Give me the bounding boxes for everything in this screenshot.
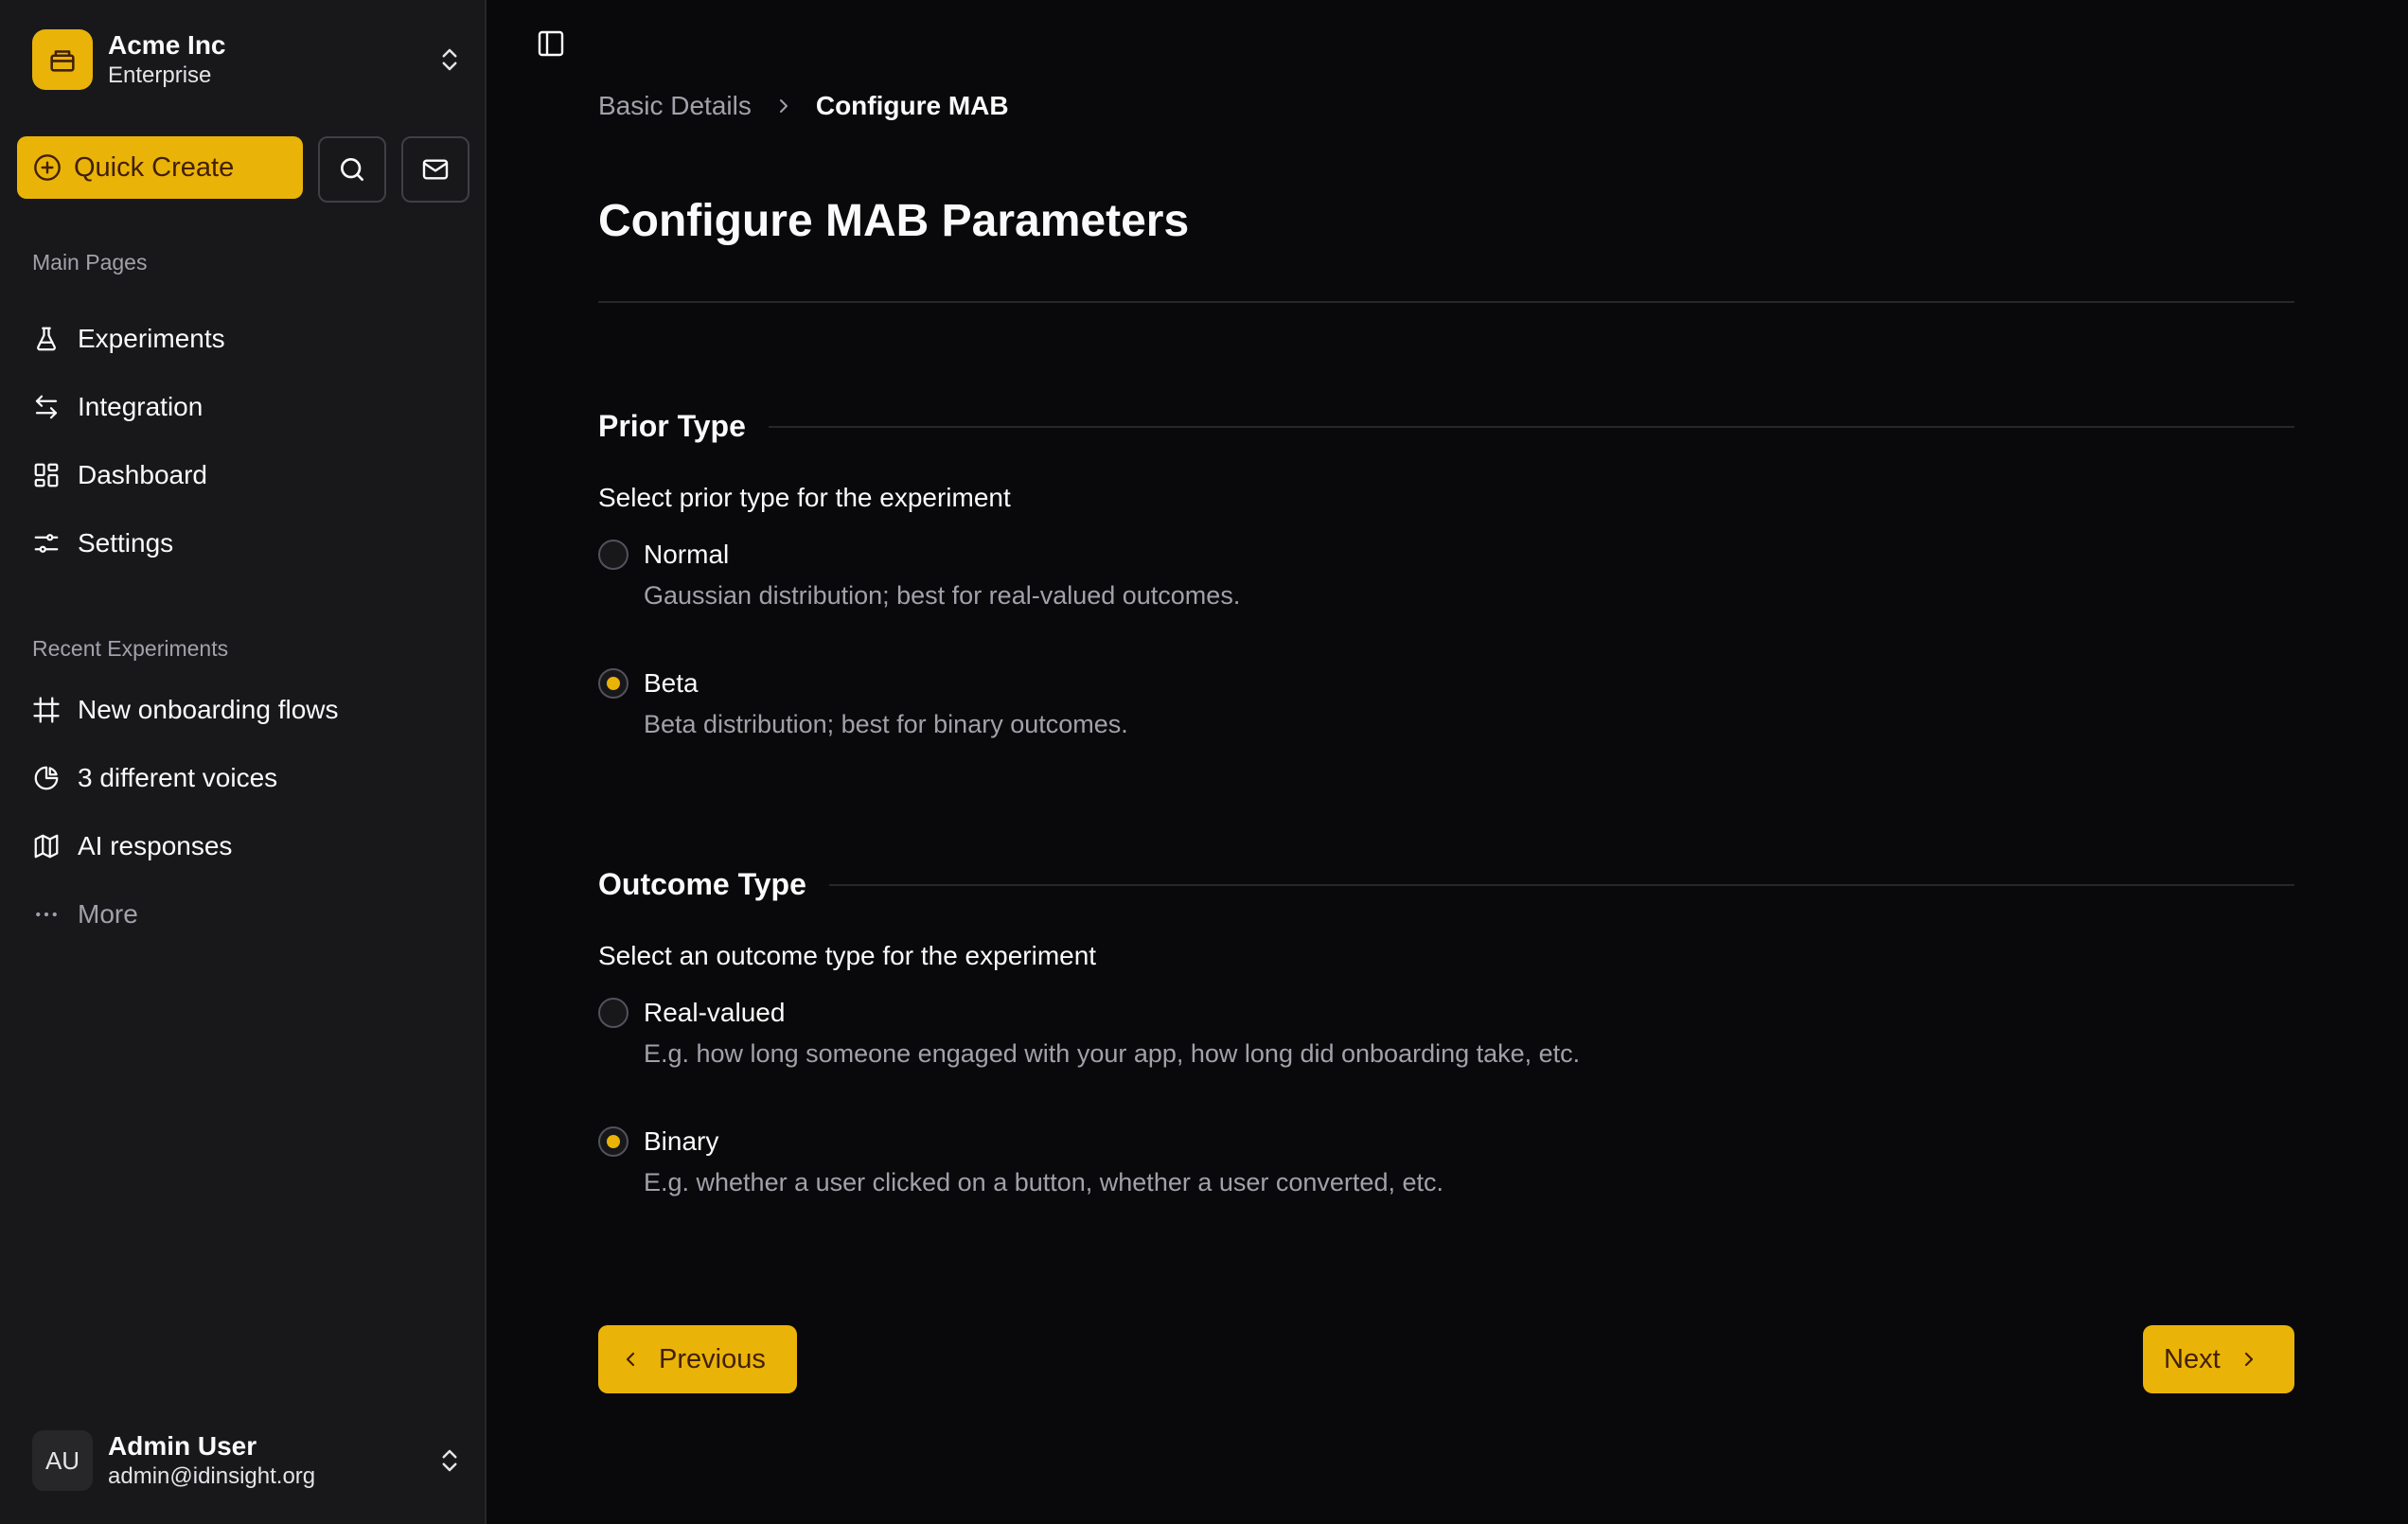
previous-label: Previous [659, 1343, 766, 1374]
sidebar-item-dashboard[interactable]: Dashboard [32, 452, 468, 498]
inbox-button[interactable] [401, 136, 469, 203]
option-label: Binary [644, 1126, 719, 1156]
user-email: admin@idinsight.org [108, 1463, 316, 1489]
prior-option-normal[interactable]: Normal Gaussian distribution; best for r… [598, 538, 2113, 611]
avatar: AU [32, 1430, 93, 1491]
sidebar: Acme Inc Enterprise Quick Create Main Pa… [0, 0, 487, 1524]
radio-beta[interactable] [598, 668, 629, 699]
user-name: Admin User [108, 1431, 257, 1461]
plus-circle-icon [34, 154, 61, 181]
divider [768, 425, 2294, 428]
option-description: E.g. whether a user clicked on a button,… [644, 1168, 1443, 1196]
radio-binary[interactable] [598, 1126, 629, 1157]
chevron-left-icon [626, 1352, 635, 1367]
org-name: Acme Inc [108, 30, 226, 60]
sidebar-item-integration[interactable]: Integration [32, 384, 468, 430]
sidebar-item-label: Integration [78, 392, 204, 421]
sidebar-item-ai-responses[interactable]: AI responses [32, 824, 468, 869]
chevrons-up-down-icon [442, 1449, 457, 1472]
sidebar-item-more[interactable]: More [32, 892, 468, 937]
option-description: Gaussian distribution; best for real-val… [644, 581, 1241, 610]
sidebar-item-3-different-voices[interactable]: 3 different voices [32, 755, 468, 801]
prior-type-subtitle: Select prior type for the experiment [598, 483, 1011, 512]
option-description: Beta distribution; best for binary outco… [644, 710, 1128, 738]
sidebar-item-label: Dashboard [78, 460, 207, 489]
map-icon [32, 832, 61, 860]
page-title: Configure MAB Parameters [598, 196, 1190, 246]
user-menu[interactable]: AU Admin User admin@idinsight.org [32, 1429, 468, 1492]
next-button[interactable]: Next [2143, 1325, 2294, 1393]
option-label: Normal [644, 540, 730, 569]
outcome-type-title: Outcome Type [598, 867, 806, 901]
prior-type-heading: Prior Type [598, 409, 2294, 444]
outcome-option-binary[interactable]: Binary E.g. whether a user clicked on a … [598, 1125, 2113, 1197]
sidebar-item-label: AI responses [78, 831, 233, 860]
divider [828, 883, 2294, 886]
search-button[interactable] [318, 136, 386, 203]
flask-icon [32, 325, 61, 353]
option-label: Real-valued [644, 998, 786, 1027]
recent-experiments-label: Recent Experiments [32, 636, 229, 661]
outcome-option-real-valued[interactable]: Real-valued E.g. how long someone engage… [598, 996, 2113, 1069]
next-label: Next [2164, 1343, 2221, 1374]
prior-option-beta[interactable]: Beta Beta distribution; best for binary … [598, 666, 2113, 739]
frame-icon [32, 696, 61, 724]
radio-real-valued[interactable] [598, 998, 629, 1028]
breadcrumb: Basic Details Configure MAB [598, 91, 1009, 121]
sidebar-item-label: New onboarding flows [78, 695, 339, 724]
org-logo-icon [32, 29, 93, 90]
chevron-right-icon [772, 95, 795, 117]
app: Acme Inc Enterprise Quick Create Main Pa… [0, 0, 2408, 1524]
sidebar-item-label: Experiments [78, 324, 225, 353]
sidebar-item-label: Settings [78, 528, 174, 558]
option-label: Beta [644, 668, 699, 698]
quick-create-label: Quick Create [74, 151, 235, 183]
outcome-type-subtitle: Select an outcome type for the experimen… [598, 941, 1097, 970]
main-pages-label: Main Pages [32, 250, 148, 275]
quick-create-button[interactable]: Quick Create [17, 136, 303, 199]
pie-chart-icon [32, 764, 61, 792]
dashboard-icon [32, 461, 61, 489]
org-switcher[interactable]: Acme Inc Enterprise [32, 28, 468, 91]
ellipsis-icon [32, 900, 61, 929]
sidebar-item-label: More [78, 899, 138, 929]
arrows-swap-icon [32, 393, 61, 421]
org-plan: Enterprise [108, 62, 212, 88]
sidebar-item-new-onboarding-flows[interactable]: New onboarding flows [32, 687, 468, 733]
search-icon [341, 158, 363, 181]
chevrons-up-down-icon [442, 48, 457, 71]
chevron-right-icon [2244, 1352, 2253, 1367]
title-divider [598, 301, 2294, 303]
sidebar-item-settings[interactable]: Settings [32, 521, 468, 566]
sidebar-item-experiments[interactable]: Experiments [32, 316, 468, 362]
breadcrumb-configure-mab: Configure MAB [815, 91, 1009, 120]
breadcrumb-basic-details[interactable]: Basic Details [598, 91, 752, 121]
prior-type-title: Prior Type [598, 409, 746, 443]
sidebar-toggle-icon[interactable] [536, 28, 566, 59]
previous-button[interactable]: Previous [598, 1325, 797, 1393]
radio-normal[interactable] [598, 540, 629, 570]
outcome-type-heading: Outcome Type [598, 867, 2294, 902]
sidebar-item-label: 3 different voices [78, 763, 278, 792]
option-description: E.g. how long someone engaged with your … [644, 1039, 1581, 1068]
sliders-icon [32, 529, 61, 558]
mail-icon [422, 159, 449, 180]
